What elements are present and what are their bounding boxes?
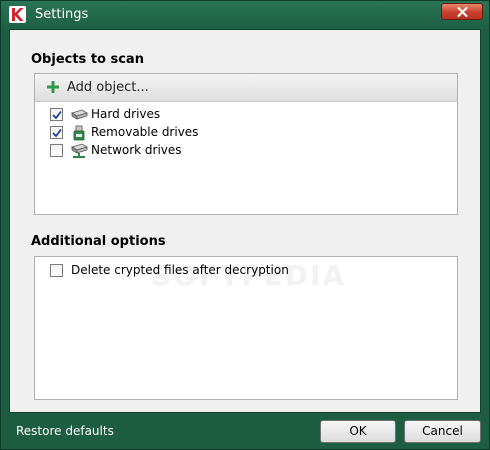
network-drives-label: Network drives [91, 143, 182, 157]
cancel-button[interactable]: Cancel [404, 420, 481, 443]
hard-drives-label: Hard drives [91, 107, 161, 121]
close-button[interactable] [441, 3, 483, 20]
objects-list-panel: Add object... Hard drives Removable driv… [34, 73, 458, 215]
checkmark-icon [52, 110, 62, 120]
ok-button[interactable]: OK [320, 420, 396, 443]
removable-drives-checkbox[interactable] [50, 126, 63, 139]
hard-drives-checkbox[interactable] [50, 108, 63, 121]
settings-window: Settings Objects to scan Add object... H… [0, 0, 490, 450]
settings-content: Objects to scan Add object... Hard drive… [9, 29, 481, 413]
removable-drives-label: Removable drives [91, 125, 199, 139]
checkmark-icon [52, 128, 62, 138]
objects-section-title: Objects to scan [31, 52, 144, 67]
title-bar[interactable]: Settings [1, 1, 489, 29]
network-drives-checkbox[interactable] [50, 144, 63, 157]
add-object-label: Add object... [67, 80, 149, 95]
options-section-title: Additional options [31, 234, 166, 249]
close-icon [457, 7, 468, 17]
restore-defaults-link[interactable]: Restore defaults [16, 424, 114, 438]
hard-drive-icon [71, 109, 88, 120]
network-drive-icon [71, 143, 88, 158]
kaspersky-logo-icon [9, 6, 26, 23]
usb-drive-icon [73, 125, 85, 141]
plus-icon [47, 81, 59, 93]
add-object-button[interactable]: Add object... [35, 74, 457, 102]
delete-crypted-checkbox[interactable] [50, 264, 63, 277]
watermark: SOFTPEDIA [151, 259, 347, 292]
window-title: Settings [35, 7, 89, 22]
